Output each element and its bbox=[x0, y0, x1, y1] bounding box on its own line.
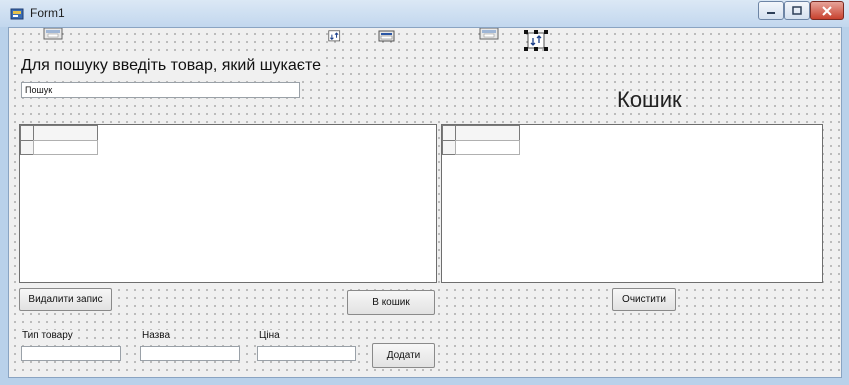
form-client-area: Для пошуку введіть товар, який шукаєте П… bbox=[8, 27, 842, 378]
window-title: Form1 bbox=[30, 6, 65, 20]
products-grid[interactable] bbox=[19, 124, 437, 283]
product-name-label: Назва bbox=[141, 330, 172, 341]
ado-connection-icon[interactable] bbox=[43, 28, 63, 42]
ado-query-icon[interactable] bbox=[479, 28, 499, 42]
minimize-icon bbox=[767, 11, 775, 14]
search-input[interactable]: Пошук bbox=[21, 82, 300, 98]
minimize-button[interactable] bbox=[758, 1, 784, 20]
close-button[interactable] bbox=[810, 1, 844, 20]
maximize-icon bbox=[792, 6, 802, 15]
price-label: Ціна bbox=[258, 330, 281, 341]
form-window: Form1 Для пошуку введіть товар, який шук… bbox=[0, 0, 849, 385]
data-source-icon[interactable] bbox=[325, 30, 345, 44]
grid-column-header[interactable] bbox=[455, 125, 520, 141]
search-label: Для пошуку введіть товар, який шукаєте bbox=[19, 57, 324, 75]
grid-column-header[interactable] bbox=[33, 125, 98, 141]
add-item-button[interactable]: Додати bbox=[372, 343, 435, 368]
price-input[interactable] bbox=[257, 346, 356, 361]
title-bar[interactable]: Form1 bbox=[0, 0, 849, 27]
close-icon bbox=[822, 5, 832, 16]
grid-cell[interactable] bbox=[33, 140, 98, 155]
ado-table-icon[interactable] bbox=[377, 30, 397, 44]
grid-row-header[interactable] bbox=[20, 140, 34, 155]
clear-cart-button[interactable]: Очистити bbox=[612, 288, 676, 311]
grid-row-header[interactable] bbox=[442, 140, 456, 155]
grid-corner-cell bbox=[20, 125, 34, 141]
grid-corner-cell bbox=[442, 125, 456, 141]
product-type-label: Тип товару bbox=[21, 330, 74, 341]
grid-cell[interactable] bbox=[455, 140, 520, 155]
add-to-cart-button[interactable]: В кошик bbox=[347, 290, 435, 315]
product-name-input[interactable] bbox=[140, 346, 240, 361]
selected-data-source-icon[interactable] bbox=[523, 30, 551, 52]
cart-grid[interactable] bbox=[441, 124, 823, 283]
product-type-input[interactable] bbox=[21, 346, 121, 361]
delete-record-button[interactable]: Видалити запис bbox=[19, 288, 112, 311]
maximize-button[interactable] bbox=[784, 1, 810, 20]
cart-title: Кошик bbox=[617, 87, 682, 112]
app-icon bbox=[10, 8, 24, 20]
